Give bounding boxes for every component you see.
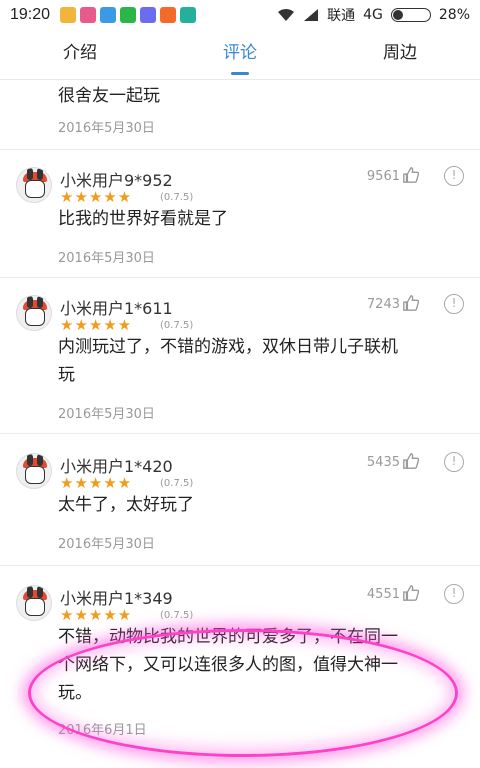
app-version: (0.7.5) [160, 478, 194, 489]
rating-stars: ★★★★★ [60, 188, 133, 206]
info-circle-icon[interactable]: ! [444, 166, 464, 186]
info-circle-icon[interactable]: ! [444, 294, 464, 314]
divider [0, 433, 480, 434]
review-date: 2016年5月30日 [58, 407, 155, 422]
divider [0, 277, 480, 278]
tab-comments[interactable]: 评论 [160, 30, 320, 79]
carrier-label: 联通 [327, 8, 356, 24]
partial-review-text: 很舍友一起玩 [58, 86, 160, 106]
info-circle-icon[interactable]: ! [444, 452, 464, 472]
like-count: 9561 [366, 169, 400, 184]
review-date: 2016年5月30日 [58, 251, 155, 266]
divider [0, 565, 480, 566]
thumbs-up-icon[interactable] [402, 294, 420, 312]
avatar[interactable] [16, 167, 52, 203]
battery-icon [390, 8, 431, 22]
like-count: 5435 [366, 455, 400, 470]
network-label: 4G [363, 7, 383, 23]
notif-app-icon-6 [160, 7, 177, 23]
app-version: (0.7.5) [160, 192, 194, 203]
app-version: (0.7.5) [160, 320, 194, 331]
tab-nearby[interactable]: 周边 [320, 30, 480, 79]
tab-active-indicator [231, 72, 249, 75]
thumbs-up-icon[interactable] [402, 166, 420, 184]
status-bar: 19:20 联通 4G 28% [0, 0, 480, 30]
notif-app-icon-1 [60, 7, 77, 23]
divider [0, 149, 480, 150]
notif-app-icon-2 [80, 7, 97, 23]
thumbs-up-icon[interactable] [402, 452, 420, 470]
wechat-icon [120, 7, 137, 23]
avatar[interactable] [16, 295, 52, 331]
partial-review-date: 2016年5月30日 [58, 121, 155, 136]
notif-app-icon-5 [140, 7, 157, 23]
app-version: (0.7.5) [160, 610, 194, 621]
like-count: 7243 [366, 297, 400, 312]
rating-stars: ★★★★★ [60, 316, 133, 334]
signal-icon [304, 9, 319, 21]
info-circle-icon[interactable]: ! [444, 584, 464, 604]
wifi-icon [278, 8, 295, 21]
notif-app-icon-7 [180, 7, 197, 23]
status-time: 19:20 [10, 6, 51, 23]
avatar[interactable] [16, 585, 52, 621]
notification-icons [60, 7, 197, 23]
review-text: 内测玩过了，不错的游戏，双休日带儿子联机玩 [58, 337, 398, 385]
review-text: 太牛了，太好玩了 [58, 495, 194, 515]
highlight-circle [28, 629, 458, 757]
thumbs-up-icon[interactable] [402, 584, 420, 602]
like-count: 4551 [366, 587, 400, 602]
review-text: 比我的世界好看就是了 [58, 209, 228, 229]
rating-stars: ★★★★★ [60, 474, 133, 492]
rating-stars: ★★★★★ [60, 606, 133, 624]
status-right: 联通 4G 28% [277, 5, 470, 25]
notif-app-icon-3 [100, 7, 117, 23]
tab-bar: 介绍 评论 周边 [0, 30, 480, 80]
review-date: 2016年5月30日 [58, 537, 155, 552]
battery-label: 28% [438, 7, 470, 23]
tab-intro[interactable]: 介绍 [0, 30, 160, 79]
avatar[interactable] [16, 453, 52, 489]
review-list[interactable]: 很舍友一起玩 2016年5月30日 小米用户9*952 ★★★★★ (0.7.5… [0, 81, 480, 768]
